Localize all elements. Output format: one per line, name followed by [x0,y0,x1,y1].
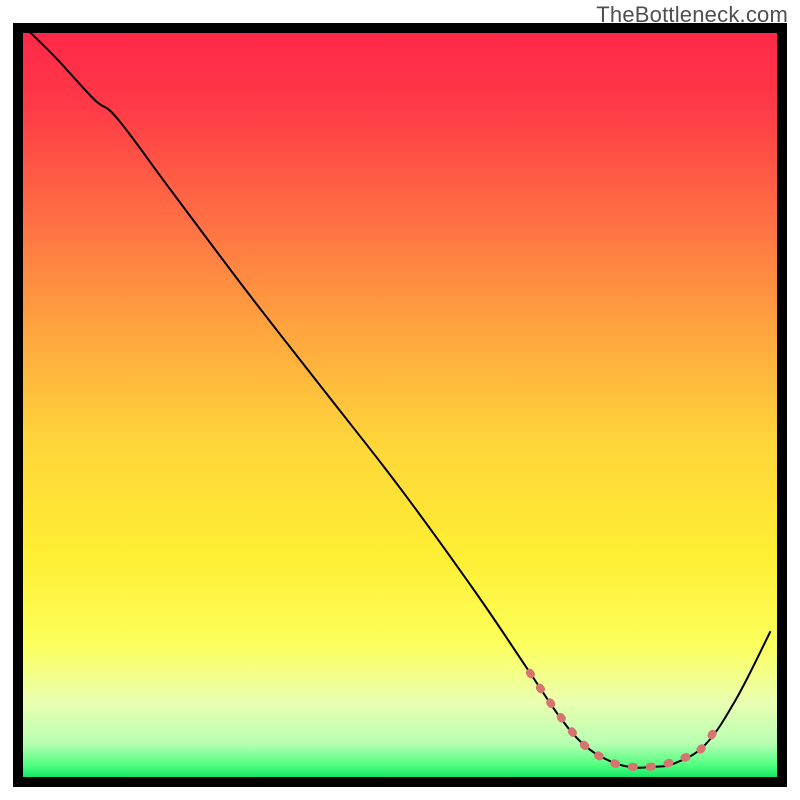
watermark-text: TheBottleneck.com [596,2,788,28]
chart-root: TheBottleneck.com [0,0,800,800]
plot-background [23,33,777,777]
chart-svg [0,0,800,800]
